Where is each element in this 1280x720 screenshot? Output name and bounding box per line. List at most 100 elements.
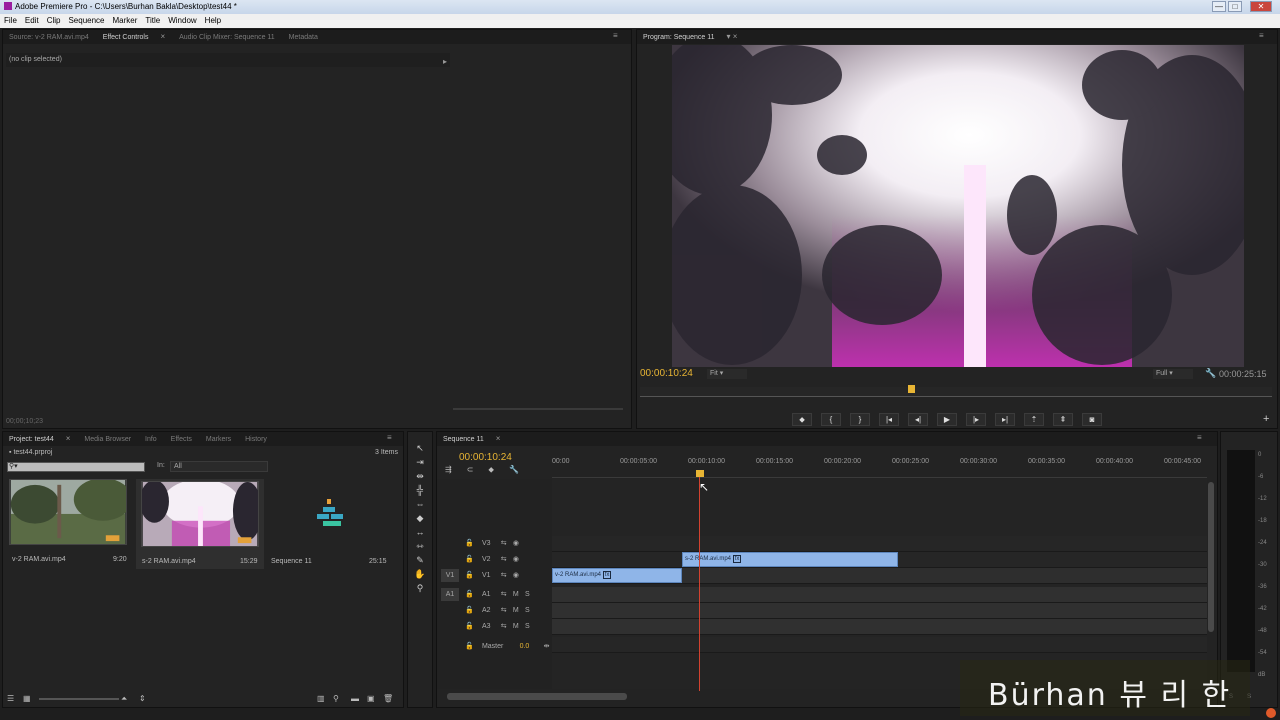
rate-stretch-icon[interactable]: ⇔ xyxy=(414,498,426,510)
lock-icon[interactable]: 🔓 xyxy=(465,556,474,563)
wrench-icon[interactable]: 🔧 xyxy=(1205,368,1216,379)
mark-out-button[interactable]: } xyxy=(850,413,870,426)
track-select-icon[interactable]: ⇥ xyxy=(414,456,426,468)
bin-icon[interactable]: ▥ xyxy=(317,694,325,703)
ripple-edit-icon[interactable]: ⇹ xyxy=(414,470,426,482)
tab-sequence[interactable]: Sequence 11 xyxy=(437,436,490,443)
source-patch-a1[interactable]: A1 xyxy=(441,588,459,601)
timeline-settings-icon[interactable]: 🔧 xyxy=(509,465,519,475)
solo-button[interactable]: S xyxy=(525,623,530,630)
solo-button[interactable]: S xyxy=(525,607,530,614)
go-to-in-button[interactable]: |◂ xyxy=(879,413,899,426)
tab-dropdown-icon[interactable]: ▾ × xyxy=(720,32,743,41)
slip-icon[interactable]: ↔ xyxy=(414,526,426,538)
tab-project[interactable]: Project: test44 xyxy=(3,436,60,443)
zoom-select[interactable]: Fit ▾ xyxy=(707,369,747,379)
find-icon[interactable]: ⚲ xyxy=(333,694,339,703)
hand-icon[interactable]: ✋ xyxy=(414,568,426,580)
go-to-out-button[interactable]: ▸| xyxy=(995,413,1015,426)
sync-lock-icon[interactable]: ⇆ xyxy=(501,591,507,598)
lock-icon[interactable]: 🔓 xyxy=(465,643,474,650)
project-item[interactable]: Sequence 11 25:15 xyxy=(269,479,393,569)
sync-lock-icon[interactable]: ⇆ xyxy=(501,623,507,630)
tab-history[interactable]: History xyxy=(239,436,273,443)
snap-icon[interactable]: ⇶ xyxy=(445,465,452,475)
effect-scroll[interactable] xyxy=(453,408,623,410)
tab-metadata[interactable]: Metadata xyxy=(283,34,324,41)
tab-audio-clip-mixer[interactable]: Audio Clip Mixer: Sequence 11 xyxy=(173,34,281,41)
timeline-playhead-handle[interactable] xyxy=(696,470,704,477)
solo-button[interactable]: S xyxy=(525,591,530,598)
timeline-menu-icon[interactable]: ≡ xyxy=(1197,433,1202,442)
lift-button[interactable]: ⇡ xyxy=(1024,413,1044,426)
maximize-button[interactable]: □ xyxy=(1228,1,1242,12)
lock-icon[interactable]: 🔓 xyxy=(465,623,474,630)
menu-title[interactable]: Title xyxy=(141,16,164,25)
zoom-slider[interactable] xyxy=(39,698,119,700)
step-back-button[interactable]: ◂| xyxy=(908,413,928,426)
mute-button[interactable]: M xyxy=(513,591,519,598)
tab-info[interactable]: Info xyxy=(139,436,163,443)
tab-media-browser[interactable]: Media Browser xyxy=(78,436,137,443)
sync-lock-icon[interactable]: ⇆ xyxy=(501,607,507,614)
selection-tool-icon[interactable]: ↖ xyxy=(414,442,426,454)
project-tab-close-icon[interactable]: × xyxy=(60,434,77,443)
extract-button[interactable]: ⇞ xyxy=(1053,413,1073,426)
master-expand-icon[interactable]: ⇹ xyxy=(544,643,550,650)
project-search-input[interactable] xyxy=(7,462,145,472)
eye-icon[interactable]: ◉ xyxy=(513,540,519,547)
menu-window[interactable]: Window xyxy=(164,16,200,25)
time-ruler[interactable]: 00:00 00:00:05:00 00:00:10:00 00:00:15:00 00… xyxy=(552,456,1207,478)
menu-marker[interactable]: Marker xyxy=(109,16,142,25)
new-bin-icon[interactable]: ▬ xyxy=(351,694,359,703)
mute-button[interactable]: M xyxy=(513,623,519,630)
master-volume[interactable]: 0.0 xyxy=(520,643,530,650)
track-a2-lane[interactable] xyxy=(552,603,1207,619)
pen-icon[interactable]: ✎ xyxy=(414,554,426,566)
play-button[interactable]: ▶ xyxy=(937,413,957,426)
close-window-button[interactable]: ✕ xyxy=(1250,1,1272,12)
lock-icon[interactable]: 🔓 xyxy=(465,540,474,547)
program-timecode[interactable]: 00:00:10:24 xyxy=(640,368,693,379)
sync-lock-icon[interactable]: ⇆ xyxy=(501,556,507,563)
panel-menu-icon[interactable]: ≡ xyxy=(613,31,618,40)
menu-file[interactable]: File xyxy=(0,16,21,25)
project-item[interactable]: v-2 RAM.avi.mp4 9:20 xyxy=(9,478,132,563)
menu-edit[interactable]: Edit xyxy=(21,16,43,25)
quality-select[interactable]: Full ▾ xyxy=(1153,369,1193,379)
minimize-button[interactable]: — xyxy=(1212,1,1226,12)
step-forward-button[interactable]: |▸ xyxy=(966,413,986,426)
timeline-v-scrollbar[interactable] xyxy=(1208,482,1214,632)
track-a1-lane[interactable] xyxy=(552,587,1207,603)
tab-close-icon[interactable]: × xyxy=(154,32,171,41)
in-select[interactable]: All xyxy=(170,461,268,472)
track-master-lane[interactable] xyxy=(552,637,1207,653)
track-a3-lane[interactable] xyxy=(552,619,1207,635)
zoom-icon[interactable]: ⚲ xyxy=(414,582,426,594)
track-v3-lane[interactable] xyxy=(552,536,1207,552)
eye-icon[interactable]: ◉ xyxy=(513,572,519,579)
linked-selection-icon[interactable]: ⊂ xyxy=(467,465,474,475)
sync-lock-icon[interactable]: ⇆ xyxy=(501,572,507,579)
add-marker-icon[interactable]: ⬥ xyxy=(488,465,494,475)
add-marker-button[interactable]: ⬥ xyxy=(792,413,812,426)
sort-icon[interactable]: ⇕ xyxy=(139,694,146,703)
menu-clip[interactable]: Clip xyxy=(43,16,65,25)
mark-in-button[interactable]: { xyxy=(821,413,841,426)
rolling-edit-icon[interactable]: ╬ xyxy=(414,484,426,496)
razor-icon[interactable]: ◆ xyxy=(414,512,426,524)
clip-s2[interactable]: s-2 RAM.avi.mp4 fx xyxy=(682,552,898,567)
tab-effects[interactable]: Effects xyxy=(165,436,198,443)
new-item-icon[interactable]: ▣ xyxy=(367,694,375,703)
timeline-h-scrollbar[interactable] xyxy=(447,693,627,700)
menu-help[interactable]: Help xyxy=(201,16,225,25)
clip-v2[interactable]: v-2 RAM.avi.mp4 fx xyxy=(552,568,682,583)
tab-program[interactable]: Program: Sequence 11 xyxy=(637,34,720,41)
lock-icon[interactable]: 🔓 xyxy=(465,607,474,614)
tab-source[interactable]: Source: v-2 RAM.avi.mp4 xyxy=(3,34,95,41)
mute-button[interactable]: M xyxy=(513,607,519,614)
program-scrub-bar[interactable] xyxy=(640,387,1272,397)
sync-lock-icon[interactable]: ⇆ xyxy=(501,540,507,547)
icon-view-icon[interactable]: ▦ xyxy=(23,694,31,703)
trash-icon[interactable]: 🗑 xyxy=(383,694,393,703)
